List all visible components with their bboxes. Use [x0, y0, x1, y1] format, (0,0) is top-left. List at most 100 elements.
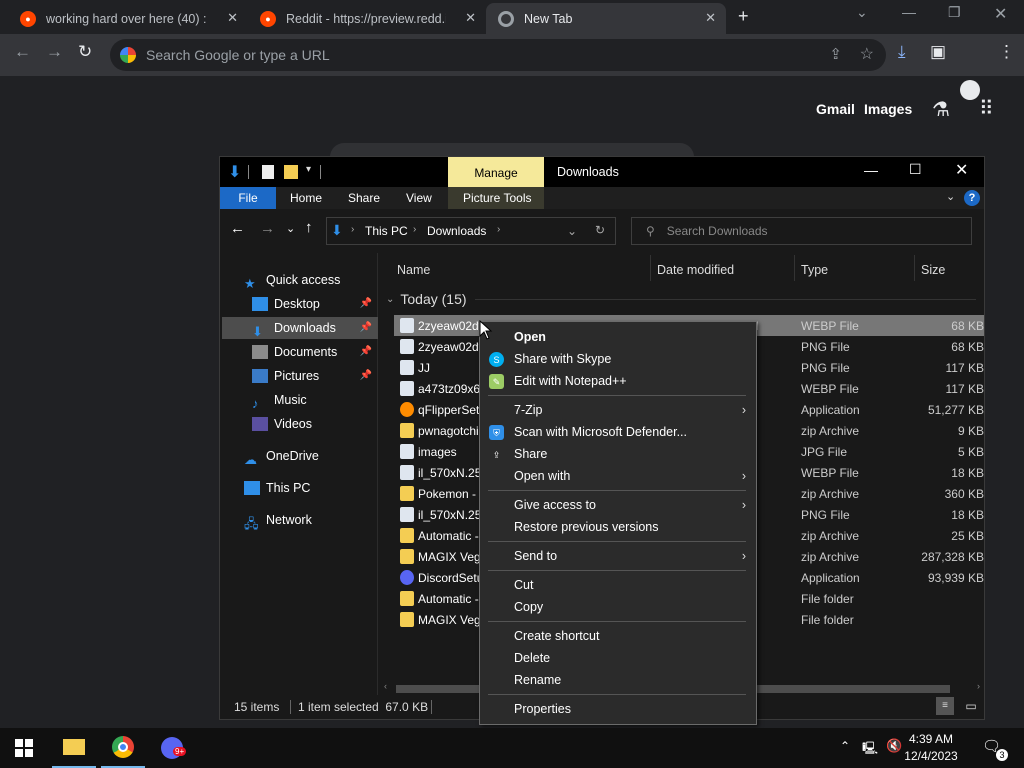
- reload-icon[interactable]: ↻: [78, 42, 92, 62]
- search-downloads-input[interactable]: ⚲ Search Downloads: [631, 217, 972, 245]
- breadcrumb-this-pc[interactable]: This PC: [365, 224, 408, 238]
- nav-desktop[interactable]: Desktop 📌: [252, 293, 378, 315]
- menu-item[interactable]: Cut: [480, 574, 756, 596]
- tab-file[interactable]: File: [220, 187, 276, 209]
- tab-home[interactable]: Home: [290, 191, 322, 205]
- show-hidden-icons-icon[interactable]: ⌃: [840, 739, 850, 753]
- close-window-icon[interactable]: ✕: [955, 160, 968, 180]
- menu-item[interactable]: 7-Zip ›: [480, 399, 756, 421]
- nav-quick-access[interactable]: ★ Quick access: [244, 269, 378, 291]
- details-view-icon[interactable]: ≡: [936, 697, 954, 715]
- breadcrumb-downloads[interactable]: Downloads: [427, 224, 486, 238]
- column-size[interactable]: Size: [921, 263, 945, 277]
- nav-music[interactable]: ♪ Music: [252, 389, 378, 411]
- menu-item[interactable]: Rename: [480, 669, 756, 691]
- up-arrow-icon[interactable]: ↑: [305, 219, 313, 236]
- menu-item[interactable]: Copy: [480, 596, 756, 618]
- network-status-icon[interactable]: 🖳: [862, 739, 878, 760]
- chrome-menu-icon[interactable]: ⋮: [998, 42, 1015, 62]
- forward-arrow-icon[interactable]: →: [260, 220, 275, 237]
- nav-downloads[interactable]: ⬇ Downloads 📌: [222, 317, 378, 339]
- forward-arrow-icon[interactable]: →: [46, 42, 63, 62]
- back-arrow-icon[interactable]: ←: [230, 220, 245, 237]
- apps-grid-icon[interactable]: ⠿: [979, 96, 994, 121]
- scroll-left-icon[interactable]: ‹: [384, 681, 387, 691]
- nav-this-pc[interactable]: This PC: [244, 477, 378, 499]
- column-date-modified[interactable]: Date modified: [657, 263, 734, 277]
- menu-item[interactable]: Create shortcut: [480, 625, 756, 647]
- tab-share[interactable]: Share: [348, 191, 380, 205]
- file-type: Application: [801, 571, 860, 585]
- download-icon[interactable]: ⤓: [898, 42, 906, 62]
- images-link[interactable]: Images: [864, 101, 912, 117]
- share-icon[interactable]: ⇪: [829, 45, 842, 63]
- minimize-icon[interactable]: —: [902, 4, 916, 20]
- properties-icon[interactable]: [262, 165, 274, 179]
- menu-item[interactable]: Properties: [480, 698, 756, 720]
- recent-locations-icon[interactable]: ⌄: [286, 222, 295, 235]
- maximize-icon[interactable]: ☐: [909, 161, 922, 178]
- chevron-down-icon[interactable]: ⌄: [567, 224, 577, 238]
- scroll-right-icon[interactable]: ›: [977, 681, 980, 691]
- nav-network[interactable]: 🖧 Network: [244, 509, 378, 531]
- column-divider[interactable]: [794, 255, 795, 281]
- new-folder-icon[interactable]: [284, 165, 298, 179]
- column-type[interactable]: Type: [801, 263, 828, 277]
- expand-ribbon-icon[interactable]: ⌄: [946, 190, 955, 203]
- menu-item[interactable]: Delete: [480, 647, 756, 669]
- tab-search-icon[interactable]: ⌄: [856, 4, 868, 21]
- chevron-right-icon: ›: [741, 403, 746, 417]
- nav-videos[interactable]: Videos: [252, 413, 378, 435]
- taskbar-discord[interactable]: 9+: [150, 728, 194, 768]
- close-tab-icon[interactable]: ✕: [705, 10, 716, 26]
- menu-item[interactable]: Open with ›: [480, 465, 756, 487]
- back-arrow-icon[interactable]: ←: [14, 42, 31, 62]
- close-window-icon[interactable]: ✕: [994, 4, 1007, 24]
- nav-pictures[interactable]: Pictures 📌: [252, 365, 378, 387]
- close-tab-icon[interactable]: ✕: [465, 10, 476, 26]
- bookmark-star-icon[interactable]: ☆: [860, 44, 874, 64]
- taskbar-chrome[interactable]: [101, 728, 145, 768]
- browser-tab[interactable]: ● working hard over here (40) : Bi ✕: [8, 3, 248, 34]
- menu-item[interactable]: S Share with Skype: [480, 348, 756, 370]
- nav-onedrive[interactable]: ☁ OneDrive: [244, 445, 378, 467]
- menu-item[interactable]: Send to ›: [480, 545, 756, 567]
- taskbar-clock[interactable]: 4:39 AM 12/4/2023: [896, 731, 966, 765]
- browser-tab-active[interactable]: New Tab ✕: [486, 3, 726, 34]
- download-arrow-icon[interactable]: ⬇: [228, 162, 241, 182]
- restore-icon[interactable]: ❐: [948, 4, 961, 21]
- column-name[interactable]: Name: [397, 263, 430, 277]
- menu-item[interactable]: ✎ Edit with Notepad++: [480, 370, 756, 392]
- address-bar[interactable]: ⬇ › This PC › Downloads › ⌄ ↻: [326, 217, 616, 245]
- column-divider[interactable]: [650, 255, 651, 281]
- new-tab-button[interactable]: +: [738, 6, 749, 27]
- browser-tab[interactable]: ● Reddit - https://preview.redd.it/2 ✕: [248, 3, 486, 34]
- minimize-icon[interactable]: —: [864, 162, 878, 178]
- dropdown-icon[interactable]: ▾: [306, 164, 311, 175]
- menu-item[interactable]: Restore previous versions: [480, 516, 756, 538]
- file-size: 287,328 KB: [921, 550, 984, 564]
- group-header[interactable]: ⌄ Today (15): [386, 291, 976, 307]
- nav-documents[interactable]: Documents 📌: [252, 341, 378, 363]
- tab-view[interactable]: View: [406, 191, 432, 205]
- menu-item[interactable]: Open: [480, 326, 756, 348]
- close-tab-icon[interactable]: ✕: [227, 10, 238, 26]
- column-divider[interactable]: [914, 255, 915, 281]
- manage-tab[interactable]: Manage: [448, 157, 544, 187]
- side-panel-icon[interactable]: ▣: [930, 42, 946, 62]
- profile-avatar-icon[interactable]: [960, 80, 980, 100]
- menu-item[interactable]: Give access to ›: [480, 494, 756, 516]
- omnibox[interactable]: Search Google or type a URL ⇪ ☆: [110, 39, 886, 71]
- menu-item[interactable]: ⛨ Scan with Microsoft Defender...: [480, 421, 756, 443]
- ntp-search-box[interactable]: [330, 143, 694, 157]
- tab-picture-tools[interactable]: Picture Tools: [463, 191, 531, 205]
- download-arrow-icon: ⬇: [331, 222, 343, 238]
- menu-item[interactable]: ⇪ Share: [480, 443, 756, 465]
- taskbar-file-explorer[interactable]: [52, 728, 96, 768]
- gmail-link[interactable]: Gmail: [816, 101, 855, 117]
- large-icons-view-icon[interactable]: ▭: [962, 697, 980, 715]
- start-button[interactable]: [2, 728, 46, 768]
- help-icon[interactable]: ?: [964, 190, 980, 206]
- labs-flask-icon[interactable]: ⚗: [932, 97, 950, 122]
- refresh-icon[interactable]: ↻: [595, 223, 605, 237]
